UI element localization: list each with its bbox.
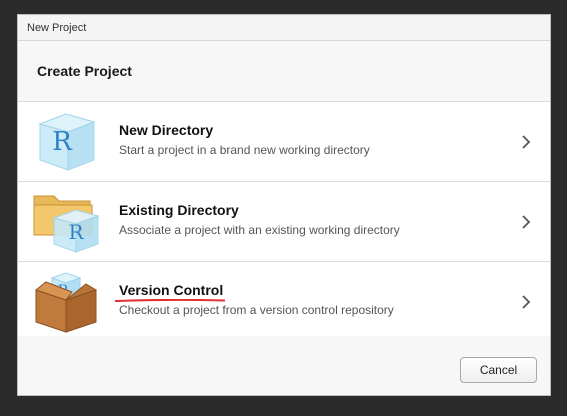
option-title: New Directory xyxy=(119,122,214,138)
chevron-right-icon xyxy=(522,215,531,229)
page-title: Create Project xyxy=(37,63,132,79)
option-description: Associate a project with an existing wor… xyxy=(119,223,400,237)
folder-r-cube-icon: R xyxy=(33,195,100,253)
dialog-header: Create Project xyxy=(18,41,550,102)
svg-text:R: R xyxy=(68,220,84,244)
option-title: Existing Directory xyxy=(119,202,239,218)
annotation-underline xyxy=(115,299,225,302)
option-title: Version Control xyxy=(115,282,394,302)
dialog-footer: Cancel xyxy=(18,336,550,395)
option-description: Start a project in a brand new working d… xyxy=(119,143,370,157)
r-cube-icon: R xyxy=(38,113,96,171)
option-version-control[interactable]: R Version Control Checkout a project fro… xyxy=(18,262,550,342)
new-project-dialog: New Project Create Project R New Directo… xyxy=(17,14,551,396)
option-new-directory[interactable]: R New Directory Start a project in a bra… xyxy=(18,102,550,182)
chevron-right-icon xyxy=(522,295,531,309)
option-title-text: Version Control xyxy=(119,282,224,298)
svg-text:R: R xyxy=(52,127,73,157)
option-existing-directory[interactable]: R Existing Directory Associate a project… xyxy=(18,182,550,262)
window-title: New Project xyxy=(27,22,87,34)
box-r-cube-icon: R xyxy=(34,272,98,333)
window-titlebar: New Project xyxy=(18,15,550,41)
chevron-right-icon xyxy=(522,135,531,149)
cancel-button[interactable]: Cancel xyxy=(460,357,537,383)
option-description: Checkout a project from a version contro… xyxy=(119,303,394,317)
project-type-list: R New Directory Start a project in a bra… xyxy=(18,102,550,342)
